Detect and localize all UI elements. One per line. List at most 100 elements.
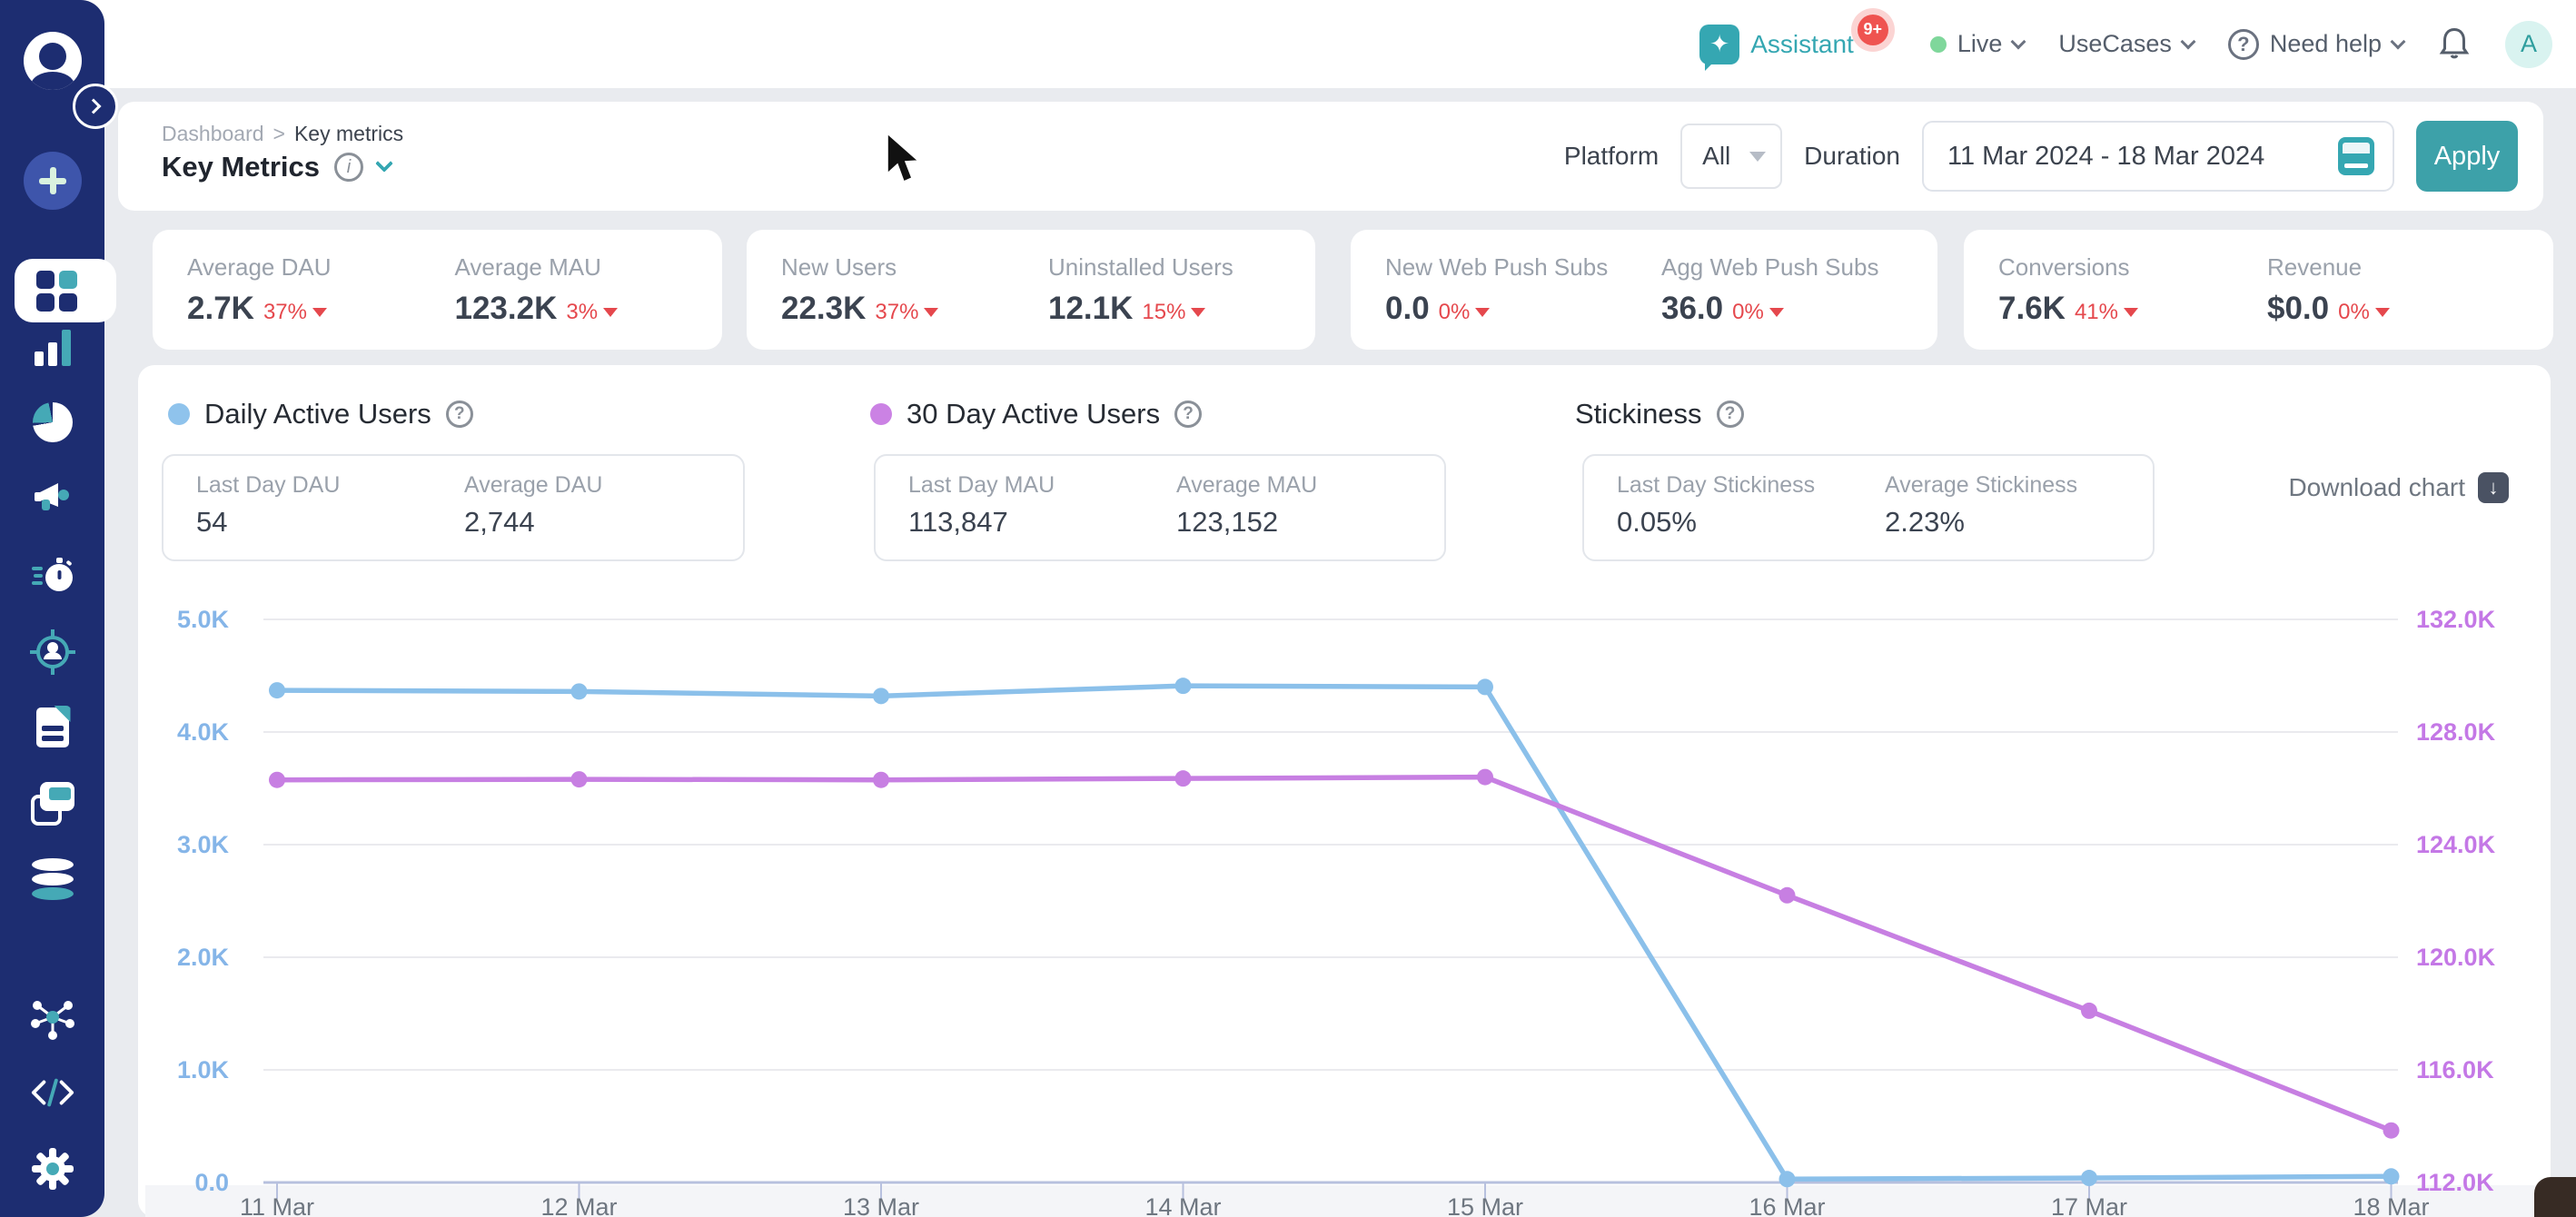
- sidebar-item-developer[interactable]: [0, 1061, 104, 1124]
- user-avatar[interactable]: A: [2505, 21, 2552, 68]
- date-range-input[interactable]: 11 Mar 2024 - 18 Mar 2024: [1922, 121, 2394, 192]
- document-icon: [36, 707, 69, 747]
- help-question-icon[interactable]: ?: [1174, 401, 1202, 428]
- platform-label: Platform: [1564, 142, 1659, 171]
- kpi-metric: Revenue $0.0 0%: [2267, 253, 2536, 327]
- kpi-metric: Agg Web Push Subs 36.0 0%: [1661, 253, 1937, 327]
- sidebar-item-settings[interactable]: [0, 1137, 104, 1201]
- delta-down-icon: [1475, 308, 1490, 317]
- kpi-metric: Average DAU 2.7K 37%: [187, 253, 455, 327]
- database-icon: [32, 858, 74, 900]
- data-point[interactable]: [2081, 1003, 2097, 1019]
- live-env-dropdown[interactable]: Live: [1930, 30, 2025, 58]
- data-point[interactable]: [2383, 1123, 2400, 1139]
- data-point[interactable]: [571, 683, 588, 699]
- kpi-metric: Uninstalled Users 12.1K 15%: [1048, 253, 1315, 327]
- data-point[interactable]: [1175, 678, 1192, 694]
- left-axis-tick: 2.0K: [177, 944, 230, 971]
- left-axis-tick: 3.0K: [177, 831, 230, 858]
- x-axis-label: 14 Mar: [1144, 1193, 1221, 1217]
- need-help-dropdown[interactable]: ? Need help: [2228, 29, 2403, 60]
- apply-button[interactable]: Apply: [2416, 121, 2518, 192]
- axis-band: [145, 1185, 2576, 1217]
- help-question-icon[interactable]: ?: [446, 401, 473, 428]
- right-axis-tick: 132.0K: [2416, 606, 2496, 633]
- sidebar-item-campaigns[interactable]: [0, 466, 104, 529]
- data-point[interactable]: [269, 772, 285, 788]
- x-axis-label: 13 Mar: [843, 1193, 919, 1217]
- data-point[interactable]: [873, 772, 889, 788]
- data-point[interactable]: [1477, 678, 1493, 695]
- sidebar-item-content[interactable]: [0, 696, 104, 759]
- mau-section-header: 30 Day Active Users ?: [870, 398, 1202, 430]
- assistant-icon: ✦: [1699, 25, 1739, 64]
- breadcrumb: Dashboard > Key metrics: [162, 122, 403, 146]
- stickiness-stats-box: Last Day Stickiness0.05% Average Stickin…: [1582, 454, 2155, 561]
- data-point[interactable]: [571, 771, 588, 787]
- data-point[interactable]: [2383, 1168, 2400, 1184]
- sparkle-glyph: ✦: [1709, 30, 1729, 58]
- data-point[interactable]: [1779, 1171, 1796, 1187]
- delta-down-icon: [924, 308, 938, 317]
- pie-chart-icon: [33, 402, 73, 442]
- delta-badge: 3%: [566, 300, 618, 325]
- help-question-icon[interactable]: ?: [1717, 401, 1744, 428]
- usecases-dropdown[interactable]: UseCases: [2058, 30, 2194, 58]
- network-nodes-icon: [30, 994, 75, 1040]
- live-label: Live: [1957, 30, 2003, 58]
- sidebar-item-templates[interactable]: [0, 772, 104, 836]
- calendar-icon: [2338, 137, 2374, 175]
- stacked-cards-icon: [31, 782, 74, 826]
- data-point[interactable]: [873, 688, 889, 704]
- notifications-button[interactable]: [2438, 26, 2471, 63]
- date-range-value: 11 Mar 2024 - 18 Mar 2024: [1947, 142, 2264, 172]
- platform-select[interactable]: All: [1680, 124, 1782, 189]
- delta-badge: 15%: [1142, 300, 1205, 325]
- dau-line: [277, 686, 2392, 1179]
- delta-badge: 37%: [263, 300, 327, 325]
- x-axis-label: 18 Mar: [2353, 1193, 2429, 1217]
- sidebar-item-dashboard-active[interactable]: [15, 259, 116, 322]
- download-chart-button[interactable]: Download chart ↓: [2288, 472, 2509, 503]
- app-logo[interactable]: [24, 32, 82, 90]
- delta-badge: 0%: [1439, 300, 1491, 325]
- mau-section-title: 30 Day Active Users: [907, 398, 1160, 430]
- chevron-down-icon: [2011, 34, 2026, 49]
- assistant-menu-item[interactable]: ✦ Assistant 9+: [1699, 25, 1896, 64]
- bar-chart-icon: [35, 330, 71, 366]
- breadcrumb-separator: >: [273, 122, 285, 146]
- sidebar-item-flows[interactable]: [0, 543, 104, 607]
- sidebar-item-analytics[interactable]: [0, 316, 104, 380]
- x-axis-label: 15 Mar: [1447, 1193, 1523, 1217]
- dau-section-header: Daily Active Users ?: [168, 398, 473, 430]
- title-chevron-down-icon[interactable]: [375, 154, 393, 173]
- select-caret-icon: [1749, 152, 1766, 162]
- sidebar-item-integrations[interactable]: [0, 985, 104, 1049]
- delta-badge: 0%: [2338, 300, 2390, 325]
- delta-down-icon: [1769, 308, 1784, 317]
- breadcrumb-root[interactable]: Dashboard: [162, 122, 264, 146]
- data-point[interactable]: [1779, 887, 1796, 904]
- sidebar-item-data[interactable]: [0, 847, 104, 911]
- bell-icon: [2438, 26, 2471, 63]
- data-point[interactable]: [269, 682, 285, 698]
- platform-value: All: [1702, 142, 1730, 171]
- data-point[interactable]: [1175, 770, 1192, 787]
- help-question-icon: ?: [2228, 29, 2259, 60]
- right-axis-tick: 112.0K: [2416, 1169, 2494, 1196]
- chevron-right-icon: [86, 99, 102, 114]
- dau-legend-dot: [168, 403, 190, 425]
- chat-launcher-corner[interactable]: [2534, 1177, 2576, 1217]
- data-point[interactable]: [2081, 1170, 2097, 1186]
- live-status-dot: [1930, 36, 1947, 53]
- sidebar-collapse-button[interactable]: [73, 84, 118, 129]
- x-axis-label: 11 Mar: [240, 1193, 314, 1217]
- data-point[interactable]: [1477, 769, 1493, 786]
- x-axis-label: 17 Mar: [2051, 1193, 2127, 1217]
- sidebar-item-segments[interactable]: [0, 391, 104, 454]
- key-metrics-dashboard: ✦ Assistant 9+ Live UseCases ? Need help: [0, 0, 2576, 1217]
- create-new-button[interactable]: [24, 152, 82, 210]
- info-icon[interactable]: i: [334, 153, 363, 182]
- sidebar-item-audience[interactable]: [0, 620, 104, 684]
- kpi-card-conversions-revenue: Conversions 7.6K 41% Revenue $0.0 0%: [1964, 230, 2553, 350]
